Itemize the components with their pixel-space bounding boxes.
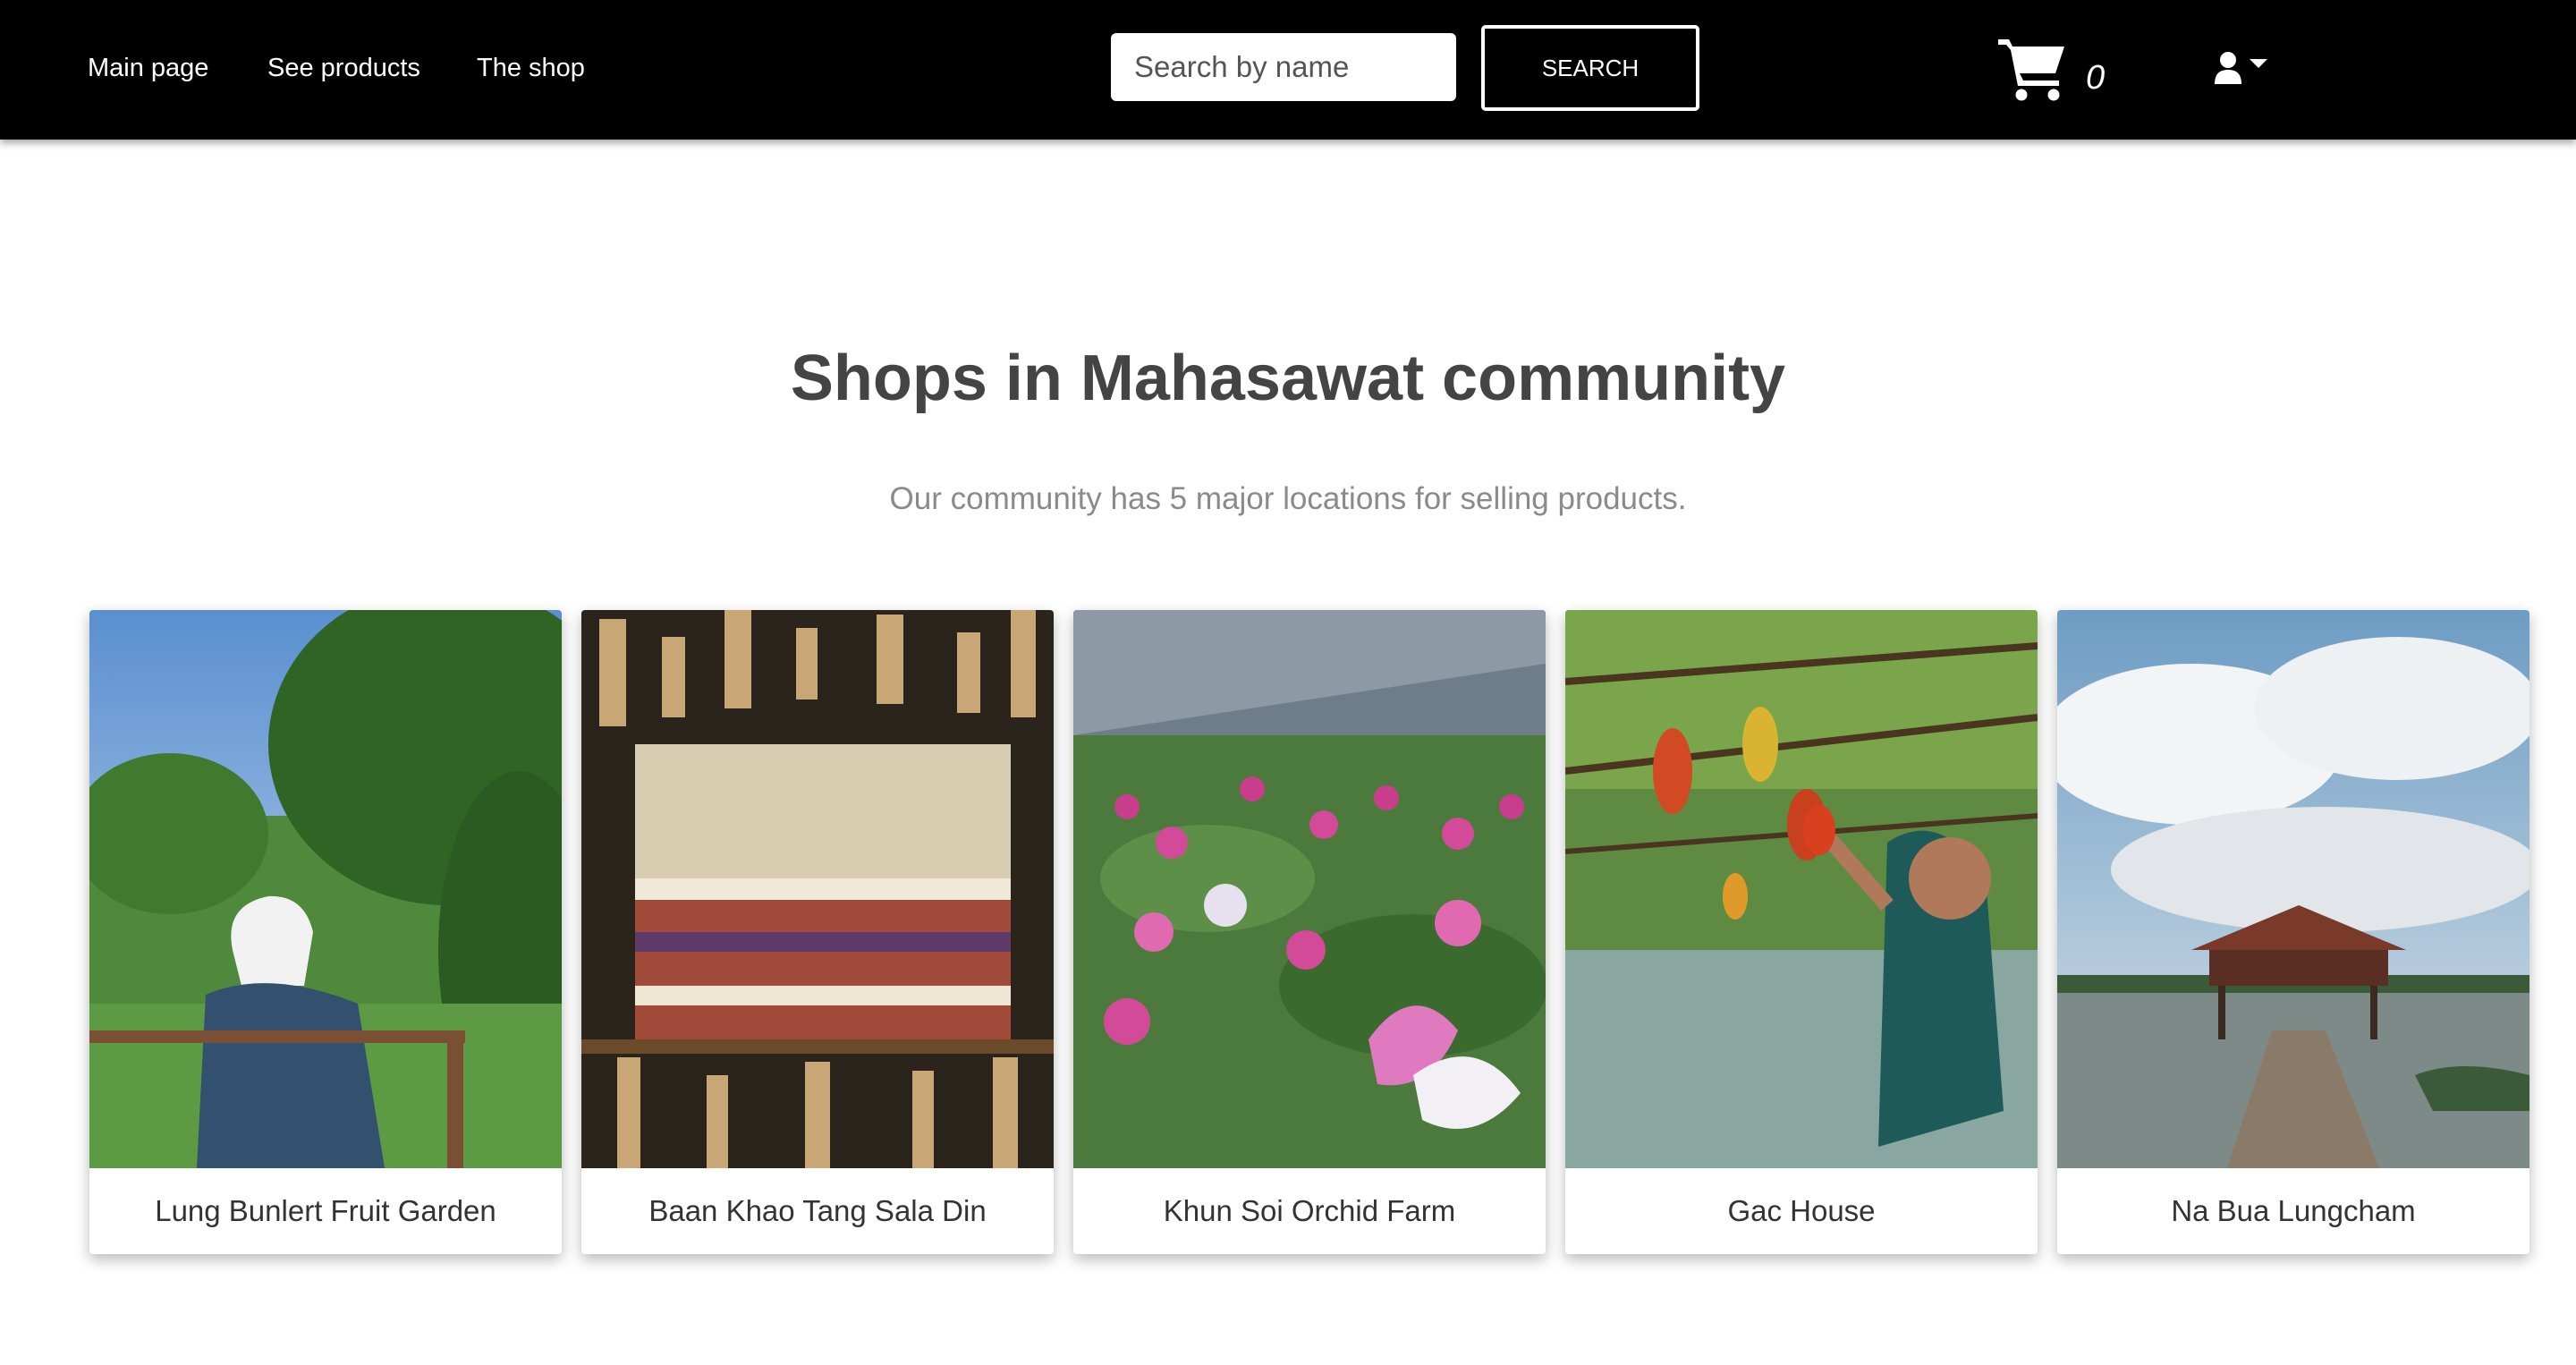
user-menu-toggle[interactable] <box>2209 45 2272 89</box>
cart-count: 0 <box>2086 59 2106 97</box>
search-button[interactable]: SEARCH <box>1481 25 1699 111</box>
shop-photo <box>1565 610 2038 1168</box>
shop-card[interactable]: Na Bua Lungcham <box>2057 610 2529 1254</box>
shop-name: Baan Khao Tang Sala Din <box>648 1194 987 1227</box>
shop-card[interactable]: Baan Khao Tang Sala Din <box>581 610 1054 1254</box>
shop-card[interactable]: Gac House <box>1565 610 2038 1254</box>
cart-icon <box>1998 39 2064 101</box>
top-navbar: Main page See products The shop SEARCH 0 <box>0 0 2576 140</box>
caret-down-icon <box>2250 59 2267 68</box>
shop-name: Lung Bunlert Fruit Garden <box>155 1194 496 1227</box>
shop-name: Gac House <box>1727 1194 1876 1227</box>
shop-name: Khun Soi Orchid Farm <box>1163 1194 1456 1227</box>
user-icon <box>2215 52 2241 84</box>
shop-name: Na Bua Lungcham <box>2171 1194 2416 1227</box>
nav-link-the-shop[interactable]: The shop <box>477 52 585 84</box>
shop-card[interactable]: Lung Bunlert Fruit Garden <box>89 610 562 1254</box>
nav-link-main-page[interactable]: Main page <box>88 52 208 84</box>
shop-photo <box>89 610 562 1168</box>
shop-card[interactable]: Khun Soi Orchid Farm <box>1073 610 1546 1254</box>
shop-photo <box>581 610 1054 1168</box>
search-input[interactable] <box>1111 33 1456 101</box>
shop-photo <box>1073 610 1546 1168</box>
shop-photo <box>2057 610 2529 1168</box>
page-subtitle: Our community has 5 major locations for … <box>889 481 1687 516</box>
nav-link-see-products[interactable]: See products <box>267 52 420 84</box>
page-title: Shops in Mahasawat community <box>790 343 1786 414</box>
